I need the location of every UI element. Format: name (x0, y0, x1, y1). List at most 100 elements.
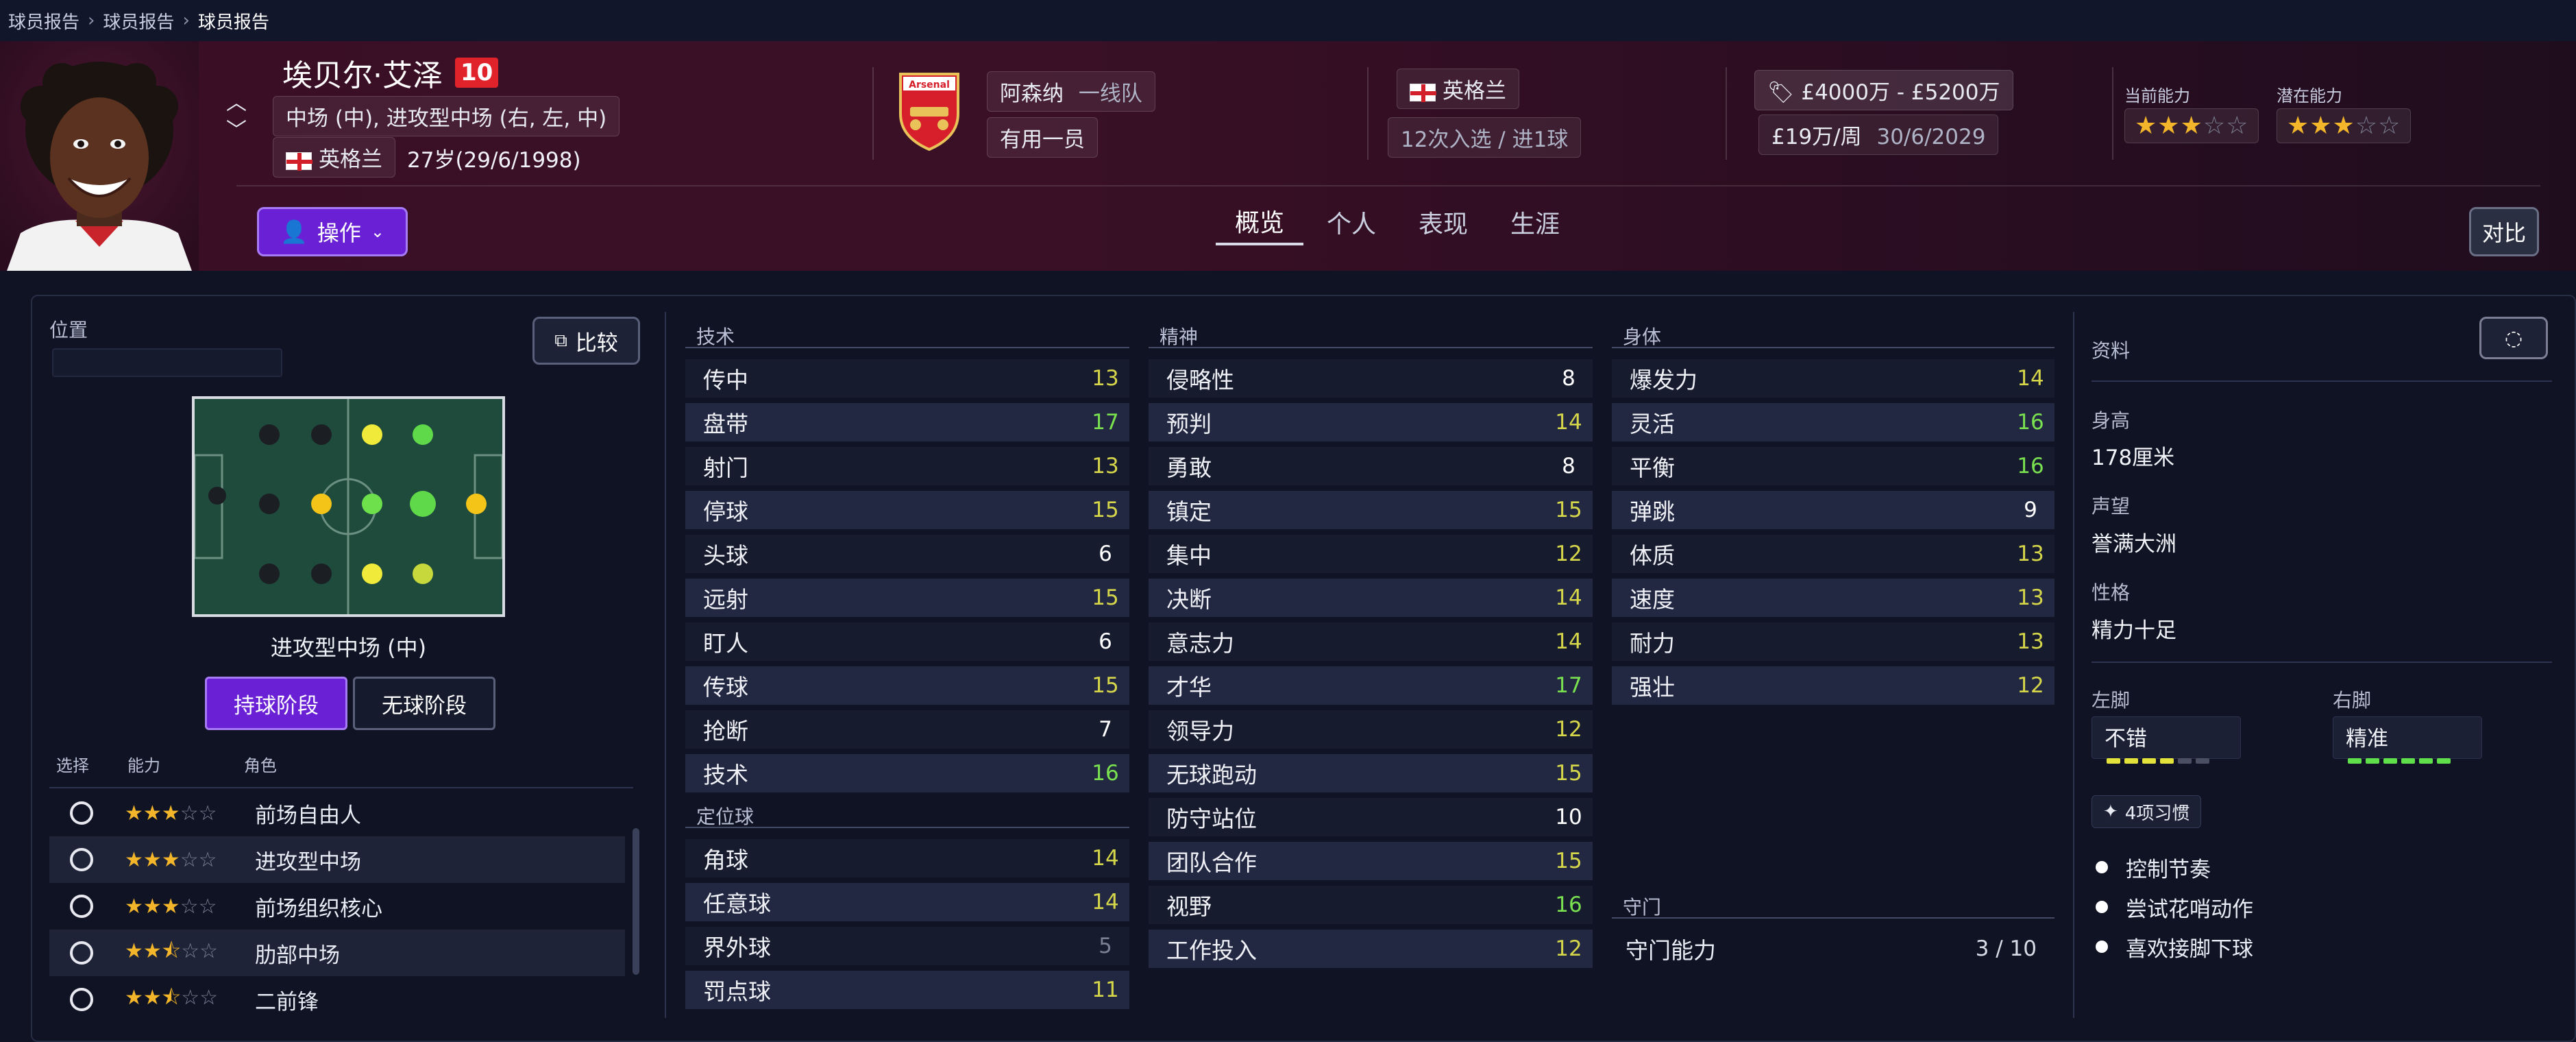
attribute-name: 预判 (1149, 403, 1545, 441)
attribute-row[interactable]: 领导力 12 (1149, 710, 1593, 749)
attribute-row[interactable]: 侵略性 8 (1149, 359, 1593, 398)
tab-overview[interactable]: 概览 (1216, 199, 1304, 245)
role-row[interactable]: ★★★☆☆ 进攻型中场 (49, 836, 625, 883)
pitch-position-dot (466, 494, 487, 514)
attribute-row[interactable]: 耐力 13 (1612, 622, 2054, 661)
right-foot-meter (2348, 753, 2455, 766)
tab-performance[interactable]: 表现 (1399, 199, 1487, 245)
attribute-row[interactable]: 意志力 14 (1149, 622, 1593, 661)
pitch-position-dot (259, 564, 280, 584)
bullet-icon (2096, 861, 2108, 873)
shirt-number-badge: 10 (455, 58, 499, 88)
role-radio[interactable] (70, 895, 93, 918)
role-name: 二前锋 (255, 989, 319, 1015)
attribute-value: 15 (1081, 579, 1129, 617)
attribute-row[interactable]: 集中 12 (1149, 535, 1593, 573)
breadcrumb-item-current: 球员报告 (197, 12, 269, 33)
header-divider (1726, 67, 1727, 160)
role-row[interactable]: ★★★☆☆ 前场组织核心 (49, 883, 625, 930)
attribute-row[interactable]: 才华 17 (1149, 666, 1593, 705)
attribute-value: 12 (2007, 666, 2054, 705)
role-radio[interactable] (70, 801, 93, 825)
club-logo[interactable]: Arsenal (896, 71, 962, 154)
compare-player-button[interactable]: 对比 (2469, 207, 2539, 256)
breadcrumb-item-1[interactable]: 球员报告 (8, 8, 79, 34)
previous-player-chevron-up-icon[interactable]: ︿ (226, 86, 247, 116)
attribute-row[interactable]: 盘带 17 (685, 403, 1129, 441)
attribute-row[interactable]: 远射 15 (685, 579, 1129, 617)
habit-text: 控制节奏 (2126, 857, 2211, 882)
attribute-row[interactable]: 爆发力 14 (1612, 359, 2054, 398)
next-player-chevron-down-icon[interactable]: ﹀ (226, 113, 247, 143)
attribute-row[interactable]: 平衡 16 (1612, 447, 2054, 485)
attribute-row[interactable]: 强壮 12 (1612, 666, 2054, 705)
nationality-pill[interactable]: 英格兰 (273, 137, 395, 178)
transfer-value-pill[interactable]: 🏷 £4000万 - £5200万 (1754, 70, 2013, 110)
attribute-row[interactable]: 弹跳 9 (1612, 491, 2054, 529)
foot-meter-segment (2142, 758, 2156, 764)
attribute-row[interactable]: 镇定 15 (1149, 491, 1593, 529)
position-dropdown[interactable] (52, 348, 282, 377)
header-divider (2112, 67, 2113, 160)
role-list-scrollbar[interactable] (633, 828, 639, 975)
attribute-row[interactable]: 停球 15 (685, 491, 1129, 529)
attribute-row[interactable]: 无球跑动 15 (1149, 754, 1593, 792)
attribute-row[interactable]: 技术 16 (685, 754, 1129, 792)
left-foot-label: 左脚 (2092, 689, 2131, 712)
attribute-row[interactable]: 传球 15 (685, 666, 1129, 705)
role-row[interactable]: ★★⯪☆☆ 二前锋 (49, 976, 625, 1023)
attribute-row[interactable]: 盯人 6 (685, 622, 1129, 661)
attribute-name: 任意球 (685, 883, 1081, 921)
goalkeeping-row[interactable]: 守门能力 3 / 10 (1612, 930, 2054, 968)
info-rule (2092, 380, 2552, 382)
attribute-row[interactable]: 界外球 5 (685, 927, 1129, 965)
attribute-row[interactable]: 任意球 14 (685, 883, 1129, 921)
attribute-name: 远射 (685, 579, 1081, 617)
attribute-row[interactable]: 射门 13 (685, 447, 1129, 485)
role-radio[interactable] (70, 941, 93, 965)
actions-dropdown-button[interactable]: 👤 操作 ⌄ (257, 207, 408, 256)
out-of-possession-phase-button[interactable]: 无球阶段 (353, 677, 495, 730)
habits-button[interactable]: ✦ 4项习惯 (2092, 795, 2202, 828)
attribute-row[interactable]: 勇敢 8 (1149, 447, 1593, 485)
attribute-value: 11 (1081, 971, 1129, 1009)
right-foot-label: 右脚 (2333, 689, 2372, 712)
attribute-value: 8 (1545, 447, 1593, 485)
attribute-row[interactable]: 预判 14 (1149, 403, 1593, 441)
position-compare-button[interactable]: ⧉ 比较 (532, 317, 640, 365)
attribute-row[interactable]: 头球 6 (685, 535, 1129, 573)
player-photo (0, 41, 199, 271)
attribute-row[interactable]: 灵活 16 (1612, 403, 2054, 441)
attribute-row[interactable]: 团队合作 15 (1149, 842, 1593, 880)
habits-list: 控制节奏 尝试花哨动作 喜欢接脚下球 (2092, 847, 2544, 974)
role-row[interactable]: ★★⯪☆☆ 肋部中场 (49, 930, 625, 976)
attribute-name: 意志力 (1149, 622, 1545, 661)
attribute-row[interactable]: 决断 14 (1149, 579, 1593, 617)
attribute-value: 13 (1081, 359, 1129, 398)
role-header-role: 角色 (244, 756, 277, 775)
attribute-row[interactable]: 抢断 7 (685, 710, 1129, 749)
attribute-row[interactable]: 体质 13 (1612, 535, 2054, 573)
national-team-pill[interactable]: 英格兰 (1397, 69, 1519, 109)
tab-career[interactable]: 生涯 (1491, 199, 1579, 245)
role-radio[interactable] (70, 848, 93, 871)
personality-icon-button[interactable]: ◌ (2479, 317, 2548, 359)
attribute-row[interactable]: 视野 16 (1149, 886, 1593, 924)
attribute-row[interactable]: 传中 13 (685, 359, 1129, 398)
attribute-row[interactable]: 罚点球 11 (685, 971, 1129, 1009)
role-radio[interactable] (70, 988, 93, 1011)
attribute-row[interactable]: 速度 13 (1612, 579, 2054, 617)
club-name-pill[interactable]: 阿森纳 一线队 (987, 71, 1155, 112)
sparkle-icon: ✦ (2103, 801, 2118, 822)
role-row[interactable]: ★★★☆☆ 前场自由人 (49, 790, 625, 836)
breadcrumb-item-2[interactable]: 球员报告 (103, 8, 174, 34)
in-possession-phase-button[interactable]: 持球阶段 (205, 677, 347, 730)
attribute-row[interactable]: 角球 14 (685, 839, 1129, 877)
attribute-row[interactable]: 工作投入 12 (1149, 930, 1593, 968)
potential-ability-label: 潜在能力 (2277, 86, 2342, 106)
england-flag-icon (1410, 83, 1436, 102)
tab-personal[interactable]: 个人 (1308, 199, 1395, 245)
attribute-row[interactable]: 防守站位 10 (1149, 798, 1593, 836)
reputation-value: 誉满大洲 (2092, 532, 2176, 557)
price-tag-icon: 🏷 (1767, 80, 1795, 105)
